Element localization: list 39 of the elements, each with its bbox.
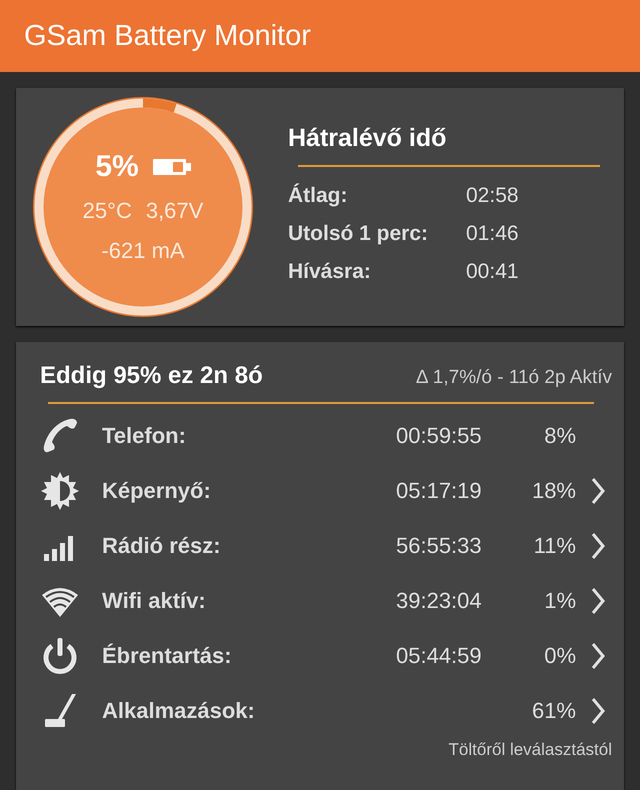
usage-percent: 1% — [543, 588, 576, 614]
chevron-right-icon[interactable] — [590, 530, 606, 560]
footer-note: Töltőről leválasztástól — [448, 740, 612, 760]
chevron-right-icon[interactable] — [590, 586, 606, 616]
chevron-right-icon[interactable] — [590, 476, 606, 506]
usage-summary: Δ 1,7%/ó - 11ó 2p Aktív — [416, 367, 612, 389]
chevron-right-icon[interactable] — [590, 640, 606, 670]
stat-label: Utolsó 1 perc: — [288, 220, 430, 246]
usage-percent: 18% — [530, 478, 576, 504]
usage-label: Ébrentartás: — [102, 642, 233, 668]
usage-time: 56:55:33 — [396, 532, 483, 558]
app-title: GSam Battery Monitor — [24, 20, 311, 52]
battery-icon — [152, 157, 191, 177]
usage-percent: 11% — [532, 532, 576, 558]
usage-time: 05:17:19 — [396, 478, 483, 504]
usage-percent: 8% — [543, 422, 576, 448]
stat-value: 01:46 — [466, 220, 519, 246]
chevron-right-icon[interactable] — [590, 696, 606, 726]
usage-label: Telefon: — [102, 422, 187, 448]
usage-time: 39:23:04 — [396, 588, 483, 614]
stat-value: 02:58 — [466, 182, 519, 208]
battery-percent: 5% — [95, 150, 139, 184]
usage-time: 05:44:59 — [396, 642, 483, 668]
stat-label: Átlag: — [288, 182, 348, 208]
brightness-icon — [40, 470, 80, 510]
voltage: 3,67V — [146, 198, 204, 224]
usage-percent: 61% — [530, 698, 576, 724]
usage-label: Wifi aktív: — [102, 588, 207, 614]
usage-label: Képernyő: — [102, 478, 212, 504]
usage-label: Alkalmazások: — [102, 698, 256, 724]
section-title: Eddig 95% ez 2n 8ó — [40, 362, 263, 390]
usage-label: Rádió rész: — [102, 532, 222, 558]
temperature: 25°C — [82, 198, 132, 224]
usage-percent: 0% — [543, 642, 576, 668]
current: -621 mA — [101, 238, 185, 264]
stat-value: 00:41 — [466, 258, 519, 284]
stat-label: Hívásra: — [288, 258, 372, 284]
usage-time: 00:59:55 — [396, 422, 483, 448]
section-title: Hátralévő idő — [288, 124, 448, 152]
